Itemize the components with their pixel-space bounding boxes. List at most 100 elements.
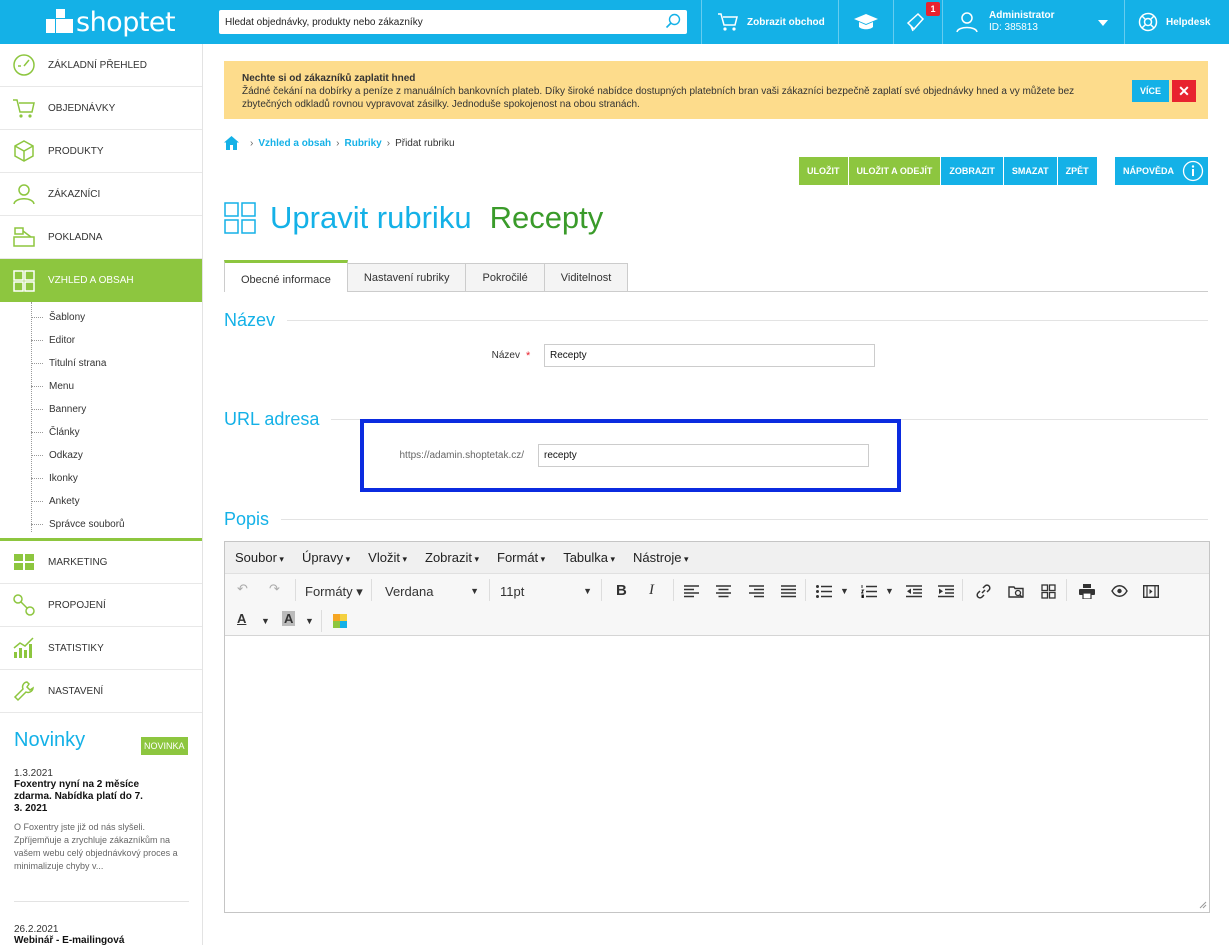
show-shop-button[interactable]: Zobrazit obchod — [717, 0, 825, 44]
resize-grip-icon[interactable] — [1199, 901, 1207, 909]
search-box — [219, 10, 687, 34]
tab-visibility[interactable]: Viditelnost — [543, 263, 629, 291]
sidebar-item-statistics[interactable]: STATISTIKY — [0, 627, 202, 670]
help-button[interactable]: NÁPOVĚDA — [1115, 157, 1209, 185]
gallery-icon[interactable] — [1041, 584, 1056, 599]
size-label: 11pt — [500, 584, 525, 599]
sidebar-item-appearance[interactable]: VZHLED A OBSAH — [0, 259, 202, 302]
helpdesk-button[interactable]: Helpdesk — [1138, 0, 1210, 44]
subnav-articles[interactable]: Články — [0, 421, 202, 444]
promo-banner: Nechte si od zákazníků zaplatit hned Žád… — [224, 61, 1208, 119]
subnav-banners[interactable]: Bannery — [0, 398, 202, 421]
menu-tools[interactable]: Nástroje — [633, 550, 688, 565]
news-tag: NOVINKA — [141, 737, 188, 755]
align-center-icon[interactable] — [716, 585, 731, 598]
media-icon[interactable] — [1143, 585, 1159, 598]
tab-general[interactable]: Obecné informace — [224, 260, 348, 292]
text-color-dropdown-icon[interactable]: ▼ — [261, 616, 270, 626]
formats-select[interactable]: Formáty ▾ — [305, 584, 363, 600]
text-color-icon[interactable]: A — [237, 611, 246, 626]
banner-more-button[interactable]: VÍCE — [1131, 80, 1169, 102]
image-manager-icon[interactable] — [1008, 584, 1025, 599]
subnav-homepage[interactable]: Titulní strana — [0, 352, 202, 375]
speedometer-icon — [13, 54, 35, 76]
news-date: 26.2.2021 — [14, 924, 59, 935]
undo-icon[interactable]: ↶ — [237, 581, 248, 597]
redo-icon[interactable]: ↷ — [269, 581, 280, 597]
indent-icon[interactable] — [938, 585, 954, 598]
sidebar-item-label: ZÁKLADNÍ PŘEHLED — [48, 59, 147, 71]
link-icon[interactable] — [976, 584, 991, 599]
bold-icon[interactable]: B — [616, 582, 627, 599]
size-select[interactable]: 11pt ▼ — [500, 584, 592, 599]
menu-edit[interactable]: Úpravy — [302, 550, 350, 565]
admin-menu[interactable]: Administrator ID: 385813 — [956, 0, 1124, 44]
menu-file[interactable]: Soubor — [235, 550, 284, 565]
sidebar-item-label: POKLADNA — [48, 231, 103, 243]
sidebar-item-overview[interactable]: ZÁKLADNÍ PŘEHLED — [0, 44, 202, 87]
subnav-links[interactable]: Odkazy — [0, 444, 202, 467]
sidebar-subnav: Šablony Editor Titulní strana Menu Banne… — [0, 302, 202, 541]
bullet-list-icon[interactable] — [816, 585, 832, 598]
menu-insert[interactable]: Vložit — [368, 550, 407, 565]
help-label: NÁPOVĚDA — [1123, 166, 1175, 176]
align-left-icon[interactable] — [684, 585, 699, 598]
save-exit-button[interactable]: ULOŽIT A ODEJÍT — [848, 157, 941, 185]
menu-format[interactable]: Formát — [497, 550, 545, 565]
sidebar-item-settings[interactable]: NASTAVENÍ — [0, 670, 202, 713]
align-justify-icon[interactable] — [781, 585, 796, 598]
graduation-cap-icon — [854, 14, 878, 30]
print-icon[interactable] — [1079, 584, 1095, 599]
color-palette-icon[interactable] — [333, 614, 347, 628]
connect-icon — [13, 594, 35, 616]
italic-icon[interactable]: I — [649, 582, 654, 599]
shoptet-logo[interactable]: shoptet — [0, 0, 203, 44]
search-input[interactable] — [225, 16, 655, 28]
name-input[interactable] — [544, 344, 875, 367]
sidebar-item-register[interactable]: POKLADNA — [0, 216, 202, 259]
sidebar-item-label: MARKETING — [48, 556, 108, 568]
delete-button[interactable]: SMAZAT — [1003, 157, 1057, 185]
subnav-menu[interactable]: Menu — [0, 375, 202, 398]
subnav-icons[interactable]: Ikonky — [0, 467, 202, 490]
menu-view[interactable]: Zobrazit — [425, 550, 479, 565]
tab-advanced[interactable]: Pokročilé — [465, 263, 545, 291]
breadcrumb-categories[interactable]: Rubriky — [344, 138, 381, 149]
sidebar-item-products[interactable]: PRODUKTY — [0, 130, 202, 173]
font-select[interactable]: Verdana ▼ — [385, 584, 479, 599]
news-title[interactable]: Webinář - E-mailingová — [14, 935, 144, 945]
menu-table[interactable]: Tabulka — [563, 550, 615, 565]
numbered-list-dropdown-icon[interactable]: ▼ — [885, 586, 894, 596]
save-button[interactable]: ULOŽIT — [799, 157, 848, 185]
academy-button[interactable] — [853, 0, 887, 44]
sidebar-item-orders[interactable]: OBJEDNÁVKY — [0, 87, 202, 130]
sidebar-item-marketing[interactable]: MARKETING — [0, 541, 202, 584]
banner-close-button[interactable]: ✕ — [1172, 80, 1196, 102]
show-button[interactable]: ZOBRAZIT — [941, 157, 1003, 185]
home-icon[interactable] — [224, 136, 239, 150]
preview-icon[interactable] — [1111, 585, 1128, 597]
subnav-file-manager[interactable]: Správce souborů — [0, 513, 202, 536]
cart-icon — [718, 13, 738, 31]
background-color-dropdown-icon[interactable]: ▼ — [305, 616, 314, 626]
search-icon[interactable] — [665, 13, 681, 29]
back-button[interactable]: ZPĚT — [1057, 157, 1097, 185]
tab-category-settings[interactable]: Nastavení rubriky — [346, 263, 467, 291]
news-body: O Foxentry jste již od nás slyšeli. Zpří… — [14, 822, 178, 871]
cart-icon — [13, 99, 35, 118]
news-title[interactable]: Foxentry nyní na 2 měsíce zdarma. Nabídk… — [14, 779, 144, 815]
numbered-list-icon[interactable] — [861, 585, 877, 598]
subnav-templates[interactable]: Šablony — [0, 306, 202, 329]
sidebar-item-connections[interactable]: PROPOJENÍ — [0, 584, 202, 627]
breadcrumb-appearance[interactable]: Vzhled a obsah — [258, 138, 331, 149]
editor-menubar: Soubor Úpravy Vložit Zobrazit Formát Tab… — [225, 542, 1209, 574]
background-color-icon[interactable]: A — [282, 611, 296, 626]
editor-content-area[interactable] — [225, 636, 1209, 911]
sidebar-item-customers[interactable]: ZÁKAZNÍCI — [0, 173, 202, 216]
bullet-list-dropdown-icon[interactable]: ▼ — [840, 586, 849, 596]
subnav-polls[interactable]: Ankety — [0, 490, 202, 513]
admin-id: ID: 385813 — [989, 22, 1038, 33]
subnav-editor[interactable]: Editor — [0, 329, 202, 352]
outdent-icon[interactable] — [906, 585, 922, 598]
align-right-icon[interactable] — [749, 585, 764, 598]
